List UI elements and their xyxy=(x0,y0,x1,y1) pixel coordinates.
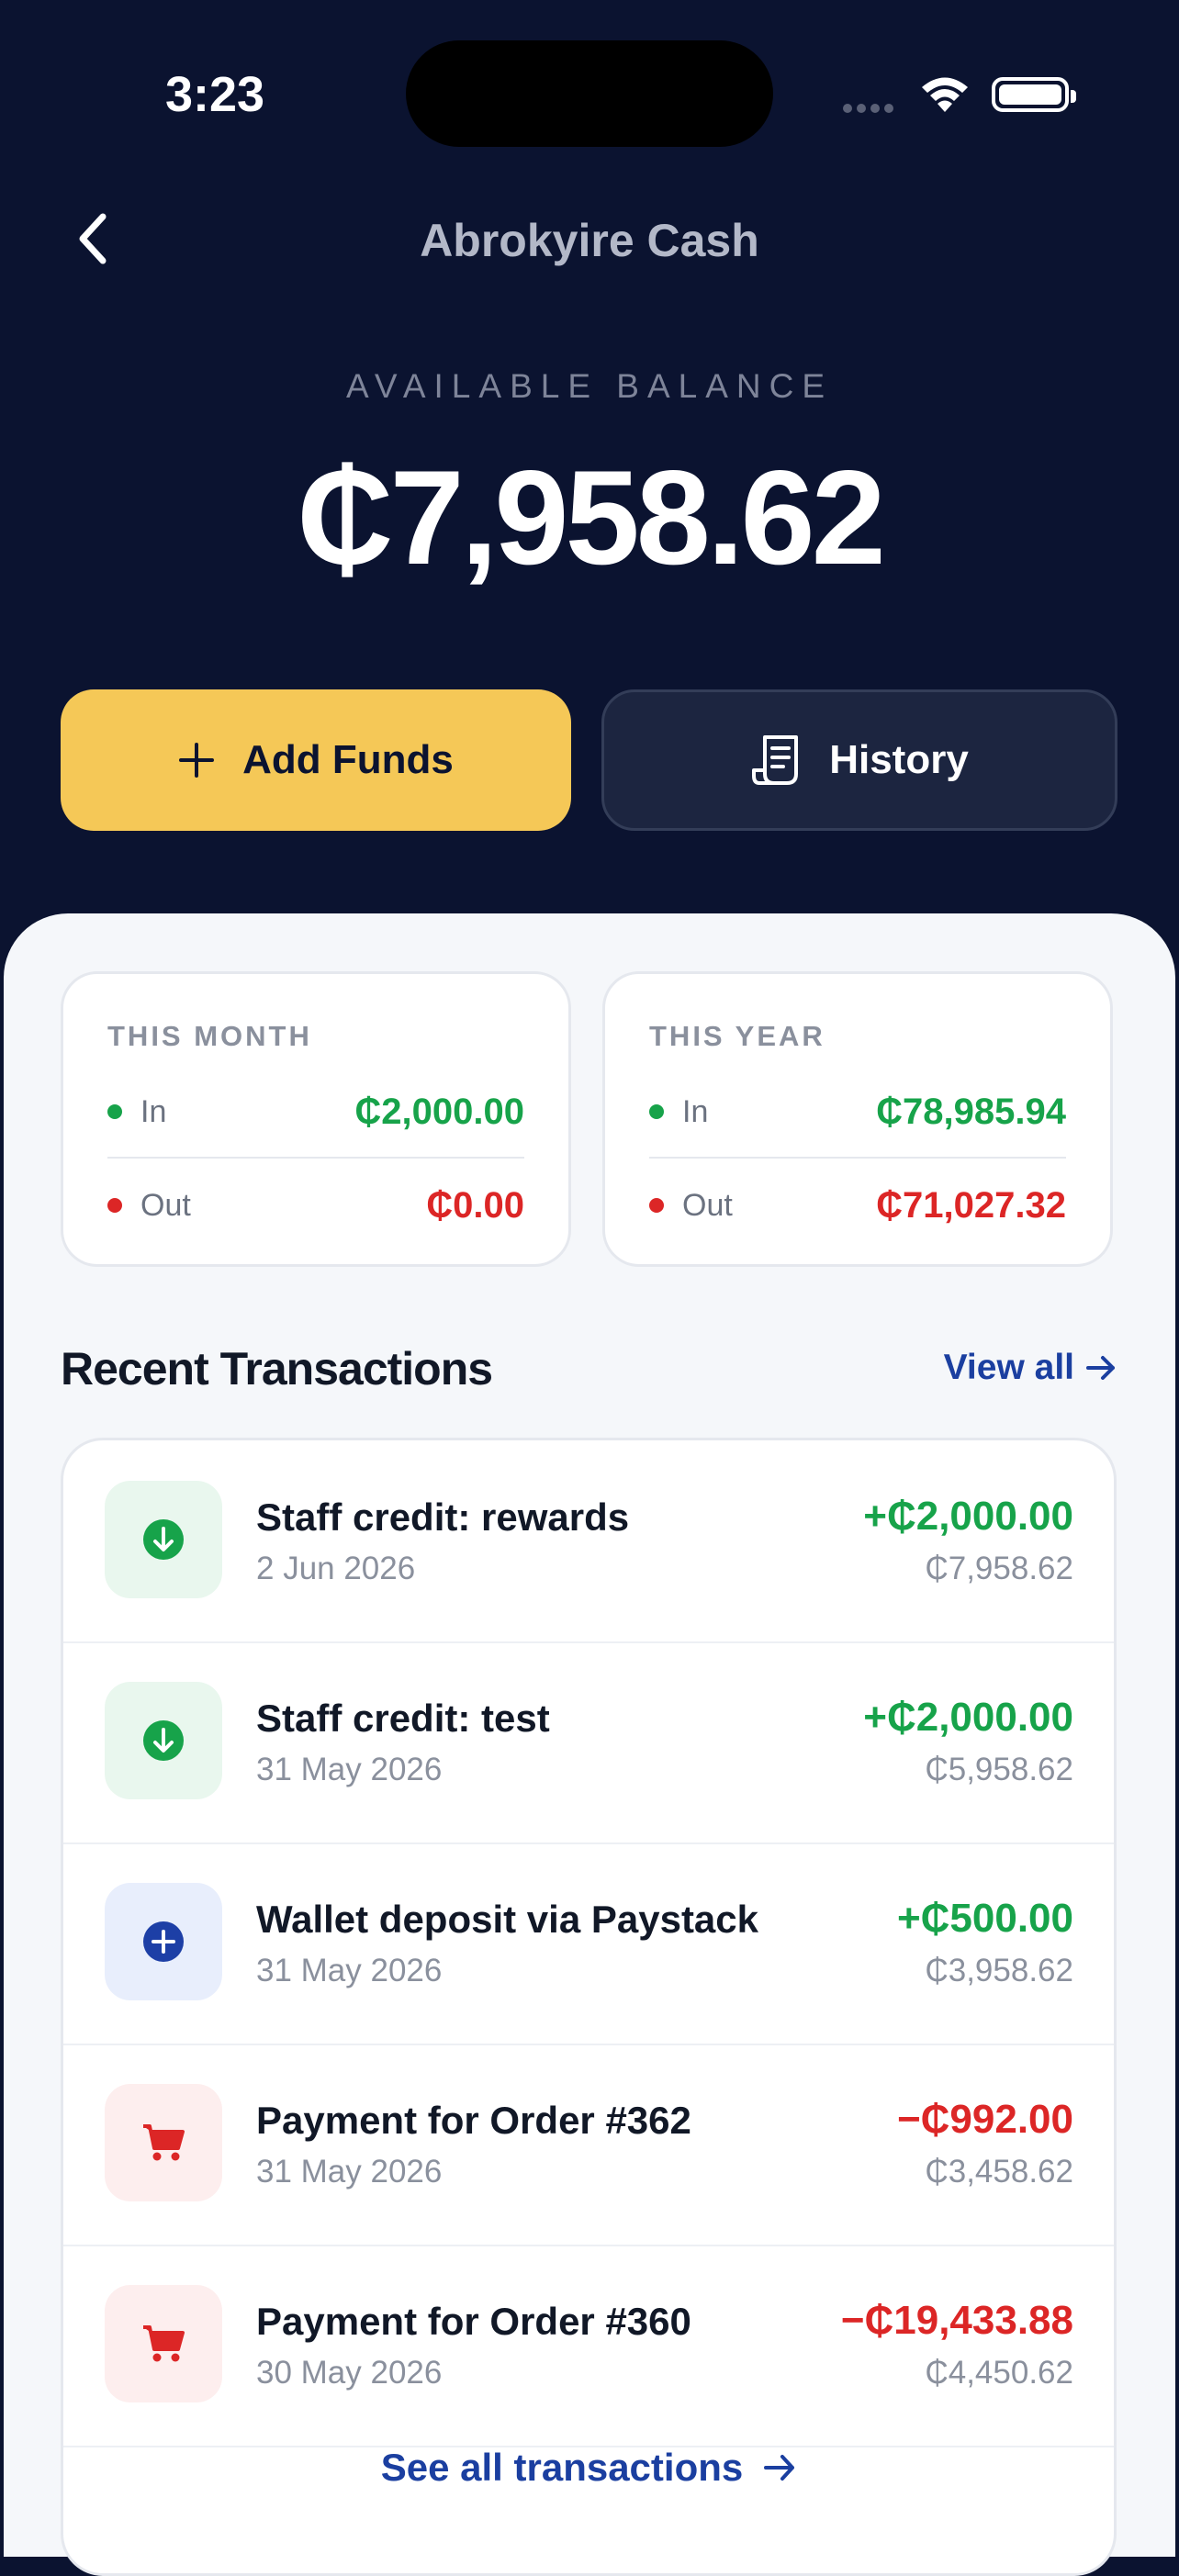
see-all-label: See all transactions xyxy=(380,2446,744,2489)
transaction-balance: ₵7,958.62 xyxy=(925,1551,1073,1586)
transaction-row[interactable]: Wallet deposit via Paystack 31 May 2026 … xyxy=(63,1842,1114,2045)
transaction-date: 31 May 2026 xyxy=(256,2154,443,2190)
transaction-date: 31 May 2026 xyxy=(256,1752,443,1787)
arrow-down-circle-icon xyxy=(105,1682,222,1799)
arrow-right-icon xyxy=(1086,1356,1115,1380)
arrow-down-circle-icon xyxy=(105,1481,222,1598)
transaction-title: Payment for Order #362 xyxy=(256,2099,691,2142)
battery-icon xyxy=(992,77,1076,112)
add-funds-button[interactable]: Add Funds xyxy=(61,689,571,831)
transaction-title: Payment for Order #360 xyxy=(256,2300,691,2343)
out-value: ₵71,027.32 xyxy=(876,1184,1066,1226)
see-all-transactions-link[interactable]: See all transactions xyxy=(63,2446,1114,2490)
transaction-amount: −₵992.00 xyxy=(896,2097,1073,2142)
balance-amount: ₵7,958.62 xyxy=(297,442,886,592)
cart-icon xyxy=(105,2285,222,2402)
transaction-title: Staff credit: rewards xyxy=(256,1495,630,1539)
in-row: In ₵2,000.00 xyxy=(107,1084,524,1139)
arrow-right-icon xyxy=(764,2455,795,2481)
card-title: THIS YEAR xyxy=(649,1020,825,1052)
transaction-balance: ₵4,450.62 xyxy=(925,2355,1073,2391)
out-dot-icon xyxy=(107,1198,122,1213)
transactions-list: Staff credit: rewards 2 Jun 2026 +₵2,000… xyxy=(61,1438,1117,2576)
transaction-date: 31 May 2026 xyxy=(256,1953,443,1988)
in-dot-icon xyxy=(107,1104,122,1119)
section-title: Recent Transactions xyxy=(61,1343,493,1394)
year-summary-card: THIS YEAR In ₵78,985.94 Out ₵71,027.32 xyxy=(602,971,1113,1267)
out-row: Out ₵71,027.32 xyxy=(649,1178,1066,1233)
transaction-row[interactable]: Staff credit: test 31 May 2026 +₵2,000.0… xyxy=(63,1641,1114,1844)
transaction-row[interactable]: Staff credit: rewards 2 Jun 2026 +₵2,000… xyxy=(63,1440,1114,1643)
transaction-title: Wallet deposit via Paystack xyxy=(256,1898,759,1941)
month-summary-card: THIS MONTH In ₵2,000.00 Out ₵0.00 xyxy=(61,971,571,1267)
transaction-date: 30 May 2026 xyxy=(256,2355,443,2391)
receipt-icon xyxy=(752,735,799,785)
in-dot-icon xyxy=(649,1104,664,1119)
in-label: In xyxy=(682,1093,709,1129)
transaction-amount: +₵2,000.00 xyxy=(863,1695,1073,1740)
transaction-row[interactable]: Payment for Order #362 31 May 2026 −₵992… xyxy=(63,2044,1114,2246)
wifi-icon xyxy=(918,75,971,118)
out-row: Out ₵0.00 xyxy=(107,1178,524,1233)
cellular-signal-icon xyxy=(843,101,898,118)
divider xyxy=(649,1157,1066,1159)
transaction-amount: −₵19,433.88 xyxy=(840,2298,1073,2343)
history-label: History xyxy=(829,737,969,782)
in-label: In xyxy=(140,1093,167,1129)
transaction-balance: ₵5,958.62 xyxy=(925,1752,1073,1787)
in-value: ₵2,000.00 xyxy=(354,1091,524,1132)
out-label: Out xyxy=(140,1187,191,1223)
page-title: Abrokyire Cash xyxy=(420,215,759,266)
plus-circle-icon xyxy=(105,1883,222,2000)
out-dot-icon xyxy=(649,1198,664,1213)
transaction-balance: ₵3,458.62 xyxy=(925,2154,1073,2190)
status-time: 3:23 xyxy=(165,67,265,122)
transaction-balance: ₵3,958.62 xyxy=(925,1953,1073,1988)
transaction-amount: +₵500.00 xyxy=(896,1896,1073,1941)
transaction-date: 2 Jun 2026 xyxy=(256,1551,416,1586)
card-title: THIS MONTH xyxy=(107,1020,312,1052)
divider xyxy=(107,1157,524,1159)
transaction-amount: +₵2,000.00 xyxy=(863,1494,1073,1539)
transaction-title: Staff credit: test xyxy=(256,1697,550,1740)
history-button[interactable]: History xyxy=(601,689,1117,831)
in-value: ₵78,985.94 xyxy=(876,1091,1066,1132)
out-value: ₵0.00 xyxy=(426,1184,524,1226)
cart-icon xyxy=(105,2084,222,2201)
transaction-row[interactable]: Payment for Order #360 30 May 2026 −₵19,… xyxy=(63,2245,1114,2447)
status-bar: 3:23 xyxy=(0,0,1179,174)
dynamic-island xyxy=(406,40,773,147)
view-all-label: View all xyxy=(943,1348,1074,1387)
out-label: Out xyxy=(682,1187,733,1223)
in-row: In ₵78,985.94 xyxy=(649,1084,1066,1139)
balance-label: AVAILABLE BALANCE xyxy=(345,367,834,405)
add-funds-label: Add Funds xyxy=(242,737,454,782)
plus-icon xyxy=(179,743,215,778)
view-all-link[interactable]: View all xyxy=(944,1348,1117,1388)
